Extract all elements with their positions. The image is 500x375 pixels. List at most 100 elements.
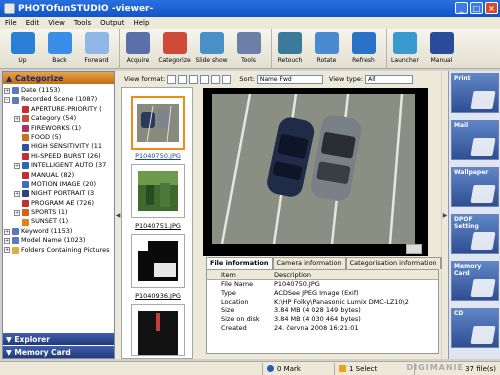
tree-item[interactable]: MANUAL (82) xyxy=(4,171,113,180)
expand-toggle-icon[interactable]: − xyxy=(4,97,10,104)
menu-file[interactable]: File xyxy=(5,19,17,27)
tree-item[interactable]: + Keyword (1153) xyxy=(4,227,113,236)
mark-icon xyxy=(267,365,274,372)
toolbar-tools-button[interactable]: Tools xyxy=(230,29,267,69)
toolbar-forward-button[interactable]: Forward xyxy=(78,29,115,69)
view-detail-button[interactable] xyxy=(189,74,199,84)
thumb-splitter[interactable] xyxy=(194,87,200,359)
tree-item[interactable]: + Category (54) xyxy=(4,114,113,123)
menu-tools[interactable]: Tools xyxy=(74,19,91,27)
tools-icon xyxy=(236,32,261,54)
memory-card-header[interactable]: ▼ Memory Card xyxy=(3,346,114,358)
toolbar-categorize-button[interactable]: Categorize xyxy=(156,29,193,69)
expand-toggle-icon[interactable]: + xyxy=(4,228,10,235)
tree-item[interactable]: + Folders Containing Pictures xyxy=(4,246,113,255)
thumbnail-image xyxy=(138,311,178,355)
item-column-header[interactable]: Item xyxy=(207,271,274,279)
menu-view[interactable]: View xyxy=(48,19,65,27)
thumbnail-caption[interactable]: P1040751.JPG xyxy=(122,222,194,230)
expand-toggle-icon[interactable]: + xyxy=(14,115,20,122)
toolbar-acquire-button[interactable]: Acquire xyxy=(119,29,156,69)
categorize-header[interactable]: ▲ Categorize xyxy=(3,72,114,84)
tree-item[interactable]: + INTELLIGENT AUTO (37 xyxy=(4,161,113,170)
output-print-button[interactable]: Print xyxy=(451,73,499,113)
toolbar-up-button[interactable]: Up xyxy=(4,29,41,69)
tree-item[interactable]: FIREWORKS (1) xyxy=(4,124,113,133)
refresh-icon xyxy=(351,32,376,54)
toolbar-manual-button[interactable]: Manual xyxy=(423,29,460,69)
toolbar-button-label: Acquire xyxy=(126,57,150,64)
tree-item[interactable]: + Date (1153) xyxy=(4,86,113,95)
output-cd-button[interactable]: CD xyxy=(451,308,499,348)
output-mail-button[interactable]: Mail xyxy=(451,120,499,160)
thumbnail-caption[interactable]: P1040750.JPG xyxy=(122,152,194,160)
tree-item[interactable]: + SPORTS (1) xyxy=(4,208,113,217)
toolbar-retouch-button[interactable]: Retouch xyxy=(271,29,308,69)
expand-toggle-icon[interactable]: + xyxy=(14,190,20,197)
output-wallpaper-button[interactable]: Wallpaper xyxy=(451,167,499,207)
view-grid-button[interactable] xyxy=(167,74,177,84)
sort-select[interactable]: Name Fwd xyxy=(256,74,323,84)
info-tab[interactable]: File information xyxy=(206,257,273,269)
output-item-label: Wallpaper xyxy=(454,169,489,176)
table-row[interactable]: Size 3.84 MB (4 028 149 bytes) xyxy=(207,306,438,315)
toolbar-launcher-button[interactable]: Launcher xyxy=(386,29,423,69)
expand-toggle-icon[interactable]: + xyxy=(4,247,10,254)
rotate-icon xyxy=(314,32,339,54)
main-photo[interactable] xyxy=(212,94,415,244)
tree-item[interactable]: SUNSET (1) xyxy=(4,217,113,226)
maximize-button[interactable]: □ xyxy=(470,2,483,14)
view-type-select[interactable]: All xyxy=(365,74,414,84)
description-column-header[interactable]: Description xyxy=(274,271,438,279)
info-tab[interactable]: Camera information xyxy=(272,257,346,269)
toolbar-slide-show-button[interactable]: Slide show xyxy=(193,29,230,69)
thumbnail-1[interactable] xyxy=(131,96,185,150)
tree-item[interactable]: HIGH SENSITIVITY (11 xyxy=(4,142,113,151)
explorer-header[interactable]: ▼ Explorer xyxy=(3,333,114,345)
table-row[interactable]: File Name P1040750.JPG xyxy=(207,280,438,289)
window-controls: _ □ × xyxy=(455,2,498,14)
thumbnail-4[interactable] xyxy=(131,304,185,356)
view-full-button[interactable] xyxy=(222,74,232,84)
tree-item[interactable]: + Model Name (1023) xyxy=(4,236,113,245)
table-row[interactable]: Size on disk 3.84 MB (4 030 464 bytes) xyxy=(207,315,438,324)
expand-toggle-icon[interactable]: + xyxy=(14,162,20,169)
menu-edit[interactable]: Edit xyxy=(26,19,40,27)
thumbnail-3[interactable] xyxy=(131,234,185,288)
output-dpof-setting-button[interactable]: DPOF Setting xyxy=(451,214,499,254)
tree-item[interactable]: PROGRAM AE (726) xyxy=(4,199,113,208)
tree-item[interactable]: HI-SPEED BURST (26) xyxy=(4,152,113,161)
info-tab[interactable]: Categorisation information xyxy=(345,257,441,269)
view-fit-button[interactable] xyxy=(211,74,221,84)
fullscreen-button[interactable] xyxy=(406,244,422,254)
tree-item-label: HI-SPEED BURST (26) xyxy=(31,151,101,160)
close-button[interactable]: × xyxy=(485,2,498,14)
minimize-button[interactable]: _ xyxy=(455,2,468,14)
tree-item[interactable]: + NIGHT PORTRAIT (3 xyxy=(4,189,113,198)
menu-output[interactable]: Output xyxy=(100,19,124,27)
expand-toggle-icon[interactable]: + xyxy=(4,87,10,94)
toolbar-rotate-button[interactable]: Rotate xyxy=(308,29,345,69)
table-row[interactable]: Created 24. června 2008 16:21:01 xyxy=(207,323,438,332)
tree-item[interactable]: APERTURE-PRIORITY ( xyxy=(4,105,113,114)
menu-help[interactable]: Help xyxy=(133,19,149,27)
thumbnail-2[interactable] xyxy=(131,164,185,218)
view-type-label: View type: xyxy=(328,75,364,83)
expand-toggle-icon[interactable]: + xyxy=(14,209,20,216)
view-large-button[interactable] xyxy=(200,74,210,84)
tree-item[interactable]: FOOD (5) xyxy=(4,133,113,142)
tree-item-label: MOTION IMAGE (20) xyxy=(31,179,97,188)
thumbnail-caption[interactable]: P1040936.JPG xyxy=(122,292,194,300)
table-row[interactable]: Location K:\HP Folky\Panasonic Lumix DMC-… xyxy=(207,297,438,306)
tree-item-label: PROGRAM AE (726) xyxy=(31,198,95,207)
toolbar-refresh-button[interactable]: Refresh xyxy=(345,29,382,69)
expand-toggle-icon[interactable]: + xyxy=(4,237,10,244)
output-memory-card-button[interactable]: Memory Card xyxy=(451,261,499,301)
tree-item[interactable]: MOTION IMAGE (20) xyxy=(4,180,113,189)
tree-item[interactable]: − Recorded Scene (1087) xyxy=(4,95,113,104)
view-list-button[interactable] xyxy=(178,74,188,84)
category-icon xyxy=(12,96,19,104)
toolbar-button-label: Retouch xyxy=(277,57,303,64)
table-row[interactable]: Type ACDSee JPEG Image (Exif) xyxy=(207,289,438,298)
toolbar-back-button[interactable]: Back xyxy=(41,29,78,69)
